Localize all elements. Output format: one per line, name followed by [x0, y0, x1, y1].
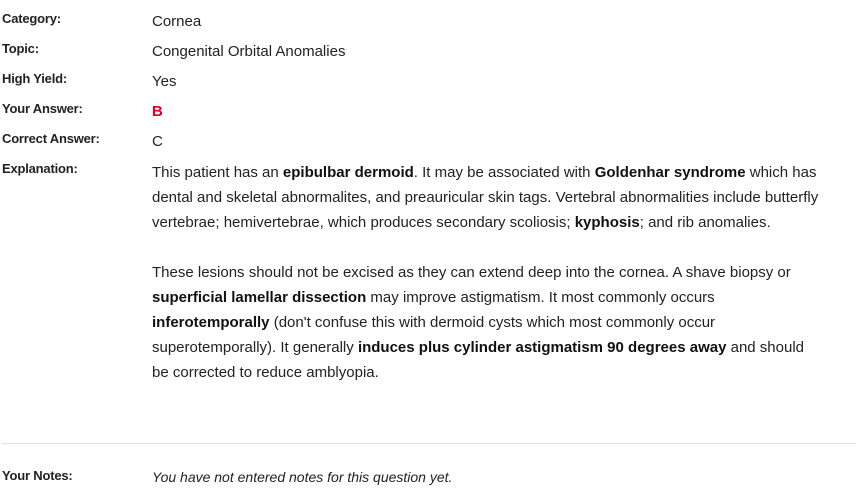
correct-answer-label: Correct Answer: [2, 131, 100, 146]
explanation-text: This patient has an epibulbar dermoid. I… [152, 160, 822, 410]
topic-value: Congenital Orbital Anomalies [152, 43, 346, 60]
your-answer-value: B [152, 103, 163, 120]
explanation-highlight: Goldenhar syndrome [594, 164, 746, 181]
explanation-text-span: ; and rib anomalies. [639, 214, 771, 231]
category-value: Cornea [152, 13, 202, 30]
explanation-text-span: These lesions should not be excised as t… [152, 264, 791, 281]
explanation-highlight: inferotemporally [152, 314, 270, 331]
category-label: Category: [2, 11, 61, 26]
section-divider [2, 443, 856, 444]
explanation-text-span: . It may be associated with [413, 164, 595, 181]
correct-answer-value: C [152, 133, 163, 150]
explanation-text-span: may improve astigmatism. It most commonl… [366, 289, 715, 306]
explanation-label: Explanation: [2, 161, 78, 176]
explanation-text-span: This patient has an [152, 164, 283, 181]
topic-label: Topic: [2, 41, 39, 56]
explanation-highlight: kyphosis [574, 214, 640, 231]
explanation-highlight: induces plus cylinder astigmatism 90 deg… [357, 339, 727, 356]
high-yield-value: Yes [152, 73, 177, 90]
explanation-highlight: superficial lamellar dissection [152, 289, 367, 306]
notes-value: You have not entered notes for this ques… [152, 469, 453, 485]
your-answer-label: Your Answer: [2, 101, 83, 116]
explanation-paragraph-1: This patient has an epibulbar dermoid. I… [152, 160, 822, 235]
explanation-paragraph-2: These lesions should not be excised as t… [152, 260, 822, 385]
explanation-highlight: epibulbar dermoid [282, 164, 414, 181]
high-yield-label: High Yield: [2, 71, 67, 86]
notes-label: Your Notes: [2, 468, 73, 483]
